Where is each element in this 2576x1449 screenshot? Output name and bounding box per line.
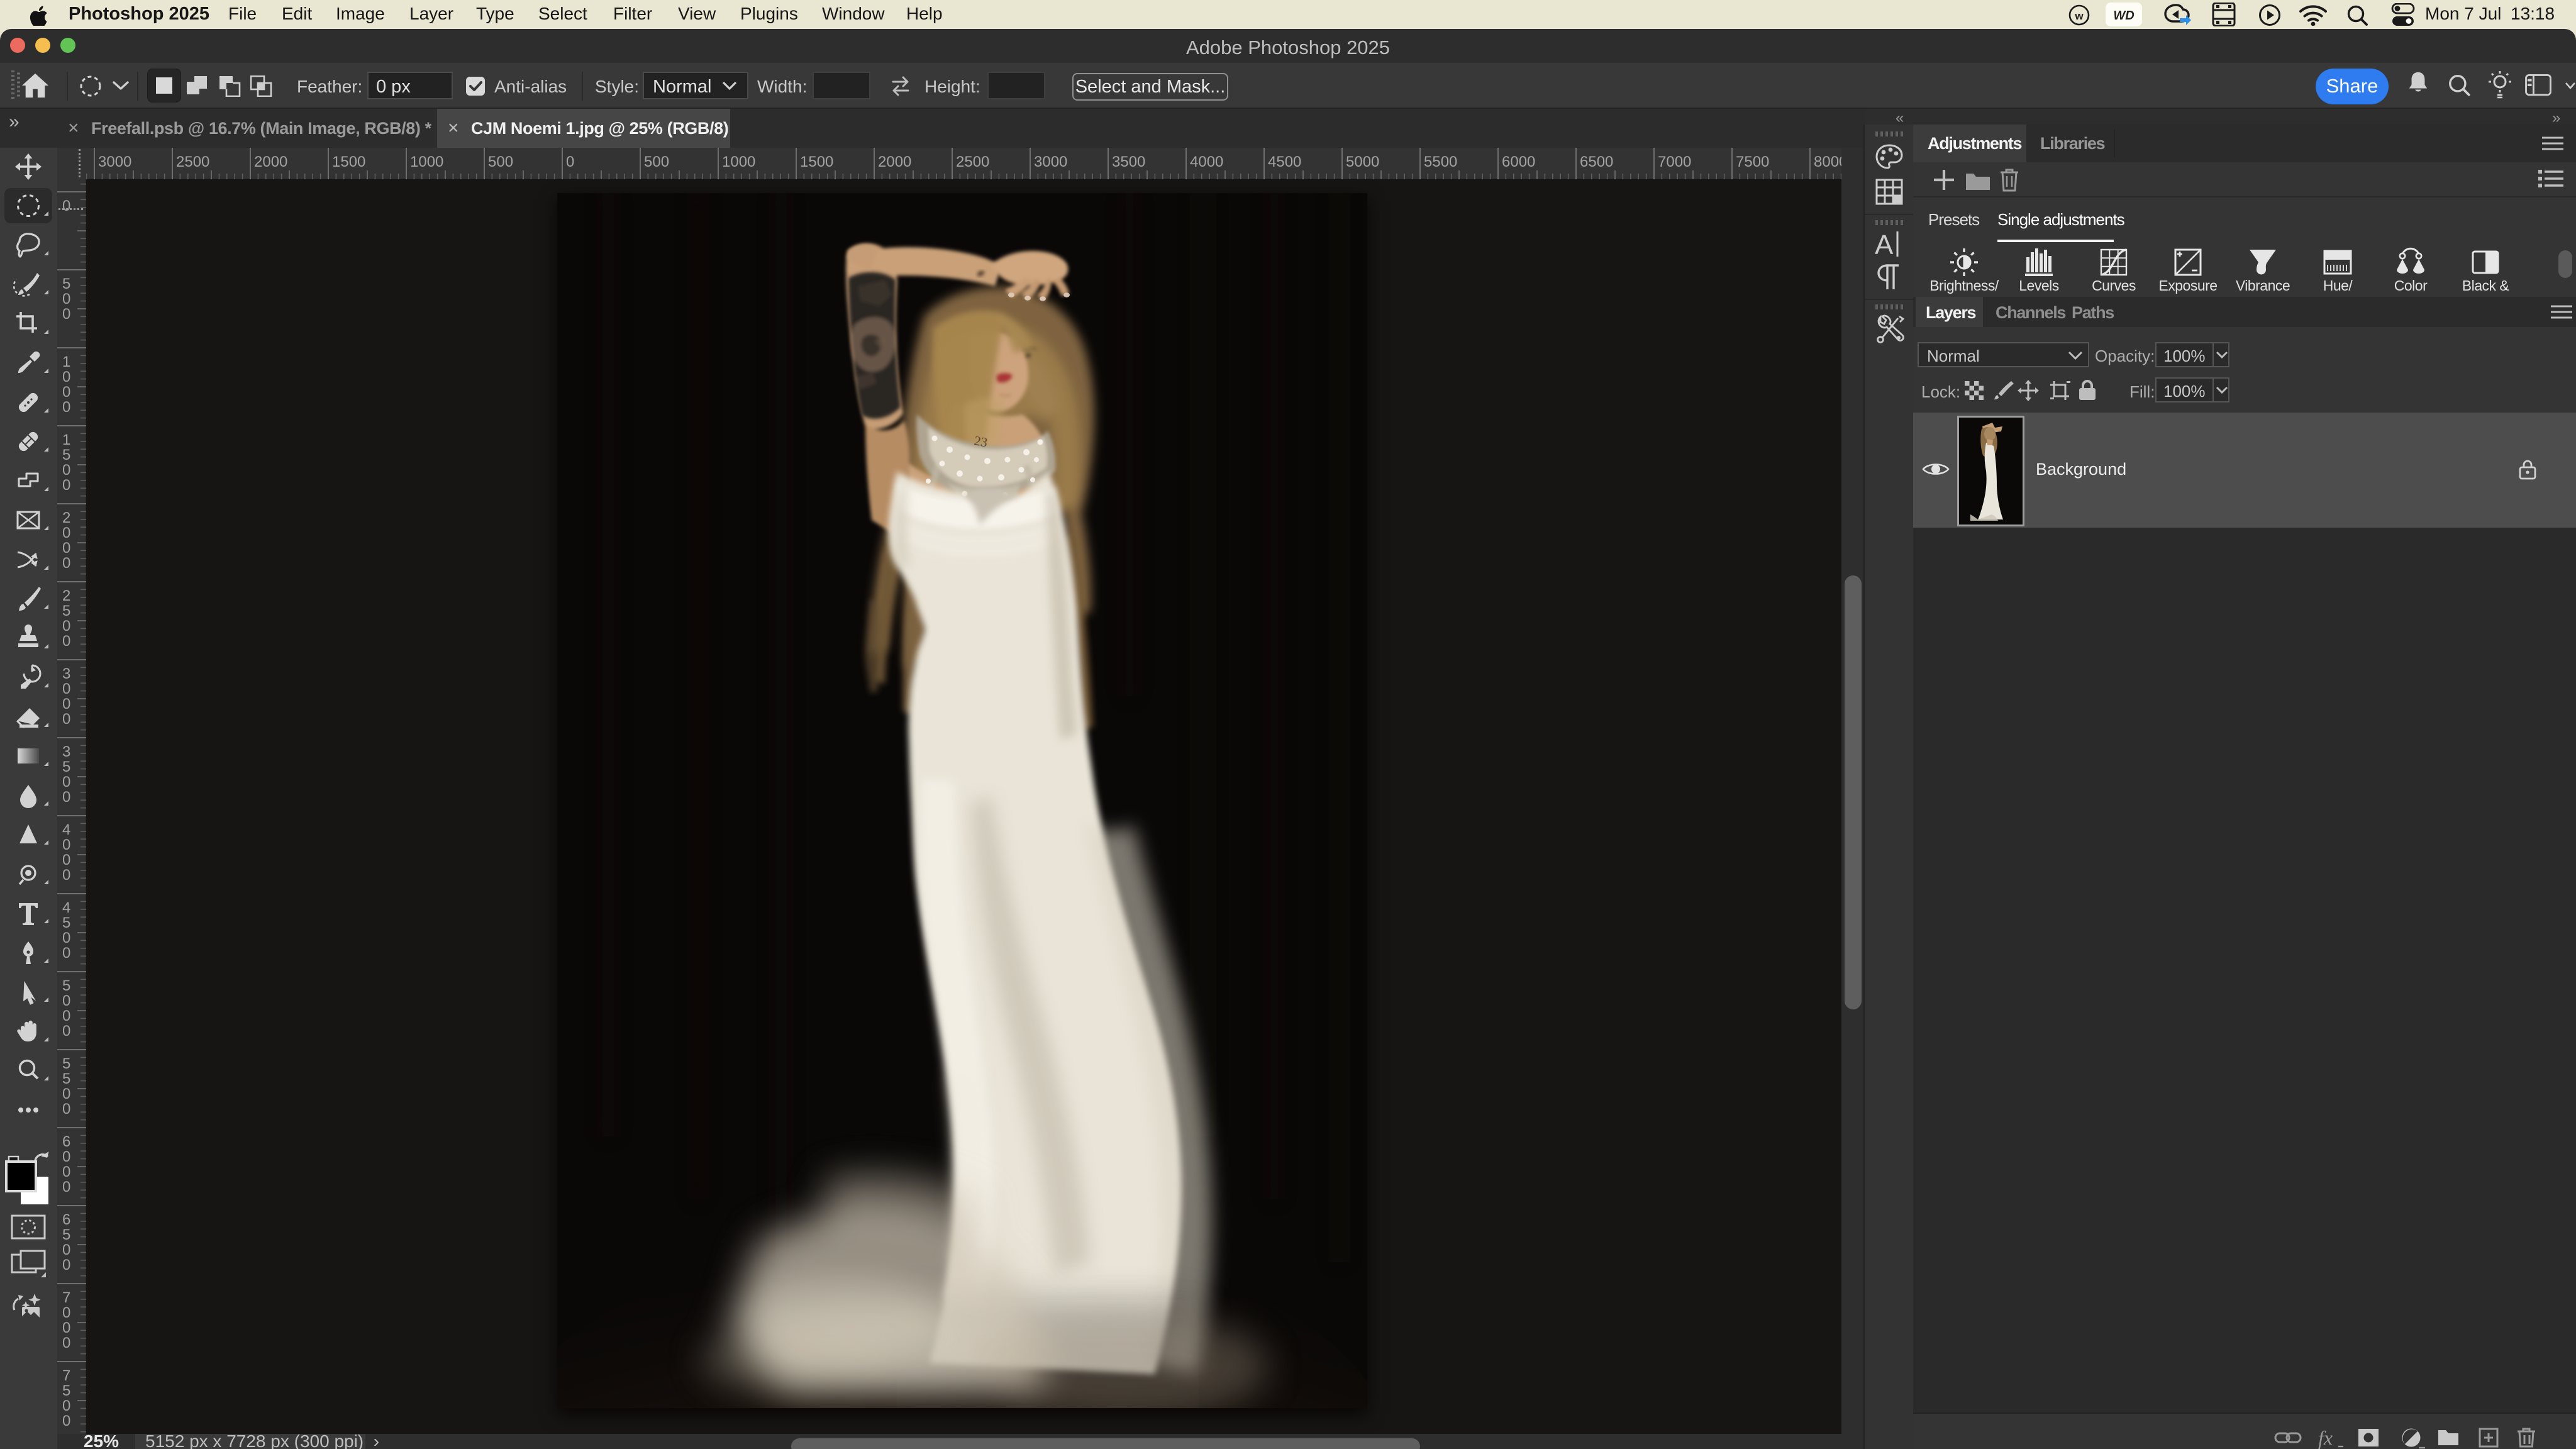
svg-text:2: 2 <box>62 509 70 526</box>
svg-text:0: 0 <box>62 384 70 401</box>
svg-text:0: 0 <box>62 1304 70 1321</box>
svg-text:0: 0 <box>62 540 70 557</box>
svg-text:0: 0 <box>62 774 70 791</box>
svg-text:2000: 2000 <box>878 153 911 170</box>
svg-text:0: 0 <box>62 399 70 416</box>
svg-text:23: 23 <box>973 433 989 450</box>
svg-text:5: 5 <box>62 1070 70 1087</box>
svg-text:5: 5 <box>62 447 70 464</box>
svg-text:0: 0 <box>62 462 70 479</box>
svg-text:0: 0 <box>62 291 70 308</box>
svg-text:0: 0 <box>62 1335 70 1352</box>
svg-text:8000: 8000 <box>1814 153 1841 170</box>
svg-text:0: 0 <box>62 1319 70 1336</box>
svg-text:500: 500 <box>488 153 513 170</box>
svg-text:Brightness/: Brightness/ <box>1929 277 1999 294</box>
svg-text:1: 1 <box>62 431 70 448</box>
svg-text:Exposure: Exposure <box>2158 277 2217 294</box>
svg-text:Curves: Curves <box>2092 277 2136 294</box>
svg-text:3500: 3500 <box>1112 153 1145 170</box>
svg-text:2: 2 <box>62 587 70 604</box>
svg-text:3000: 3000 <box>1034 153 1067 170</box>
svg-text:6500: 6500 <box>1580 153 1613 170</box>
svg-text:0: 0 <box>62 836 70 853</box>
svg-text:5: 5 <box>62 758 70 775</box>
svg-text:Hue/: Hue/ <box>2323 277 2353 294</box>
svg-text:WD: WD <box>2113 9 2134 23</box>
svg-text:1: 1 <box>62 353 70 370</box>
svg-text:5: 5 <box>62 977 70 994</box>
svg-text:5: 5 <box>62 602 70 619</box>
svg-text:500: 500 <box>644 153 669 170</box>
svg-text:Color: Color <box>2394 277 2428 294</box>
svg-text:7000: 7000 <box>1658 153 1691 170</box>
svg-text:0: 0 <box>62 711 70 728</box>
svg-text:4: 4 <box>62 821 70 838</box>
svg-text:2000: 2000 <box>254 153 287 170</box>
svg-text:7500: 7500 <box>1736 153 1769 170</box>
svg-text:6: 6 <box>62 1133 70 1150</box>
svg-text:0: 0 <box>62 1148 70 1165</box>
svg-text:0: 0 <box>62 477 70 494</box>
svg-text:fx: fx <box>2318 1426 2333 1449</box>
svg-text:0: 0 <box>62 1023 70 1040</box>
svg-text:0: 0 <box>62 852 70 869</box>
svg-text:5500: 5500 <box>1424 153 1457 170</box>
svg-text:w: w <box>2074 10 2084 22</box>
svg-text:0: 0 <box>566 153 574 170</box>
svg-text:0: 0 <box>62 1179 70 1196</box>
svg-text:0: 0 <box>62 369 70 386</box>
svg-text:7: 7 <box>62 1289 70 1306</box>
svg-text:0: 0 <box>62 1163 70 1180</box>
svg-text:A: A <box>1875 230 1894 259</box>
svg-text:3: 3 <box>62 743 70 760</box>
svg-text:4500: 4500 <box>1268 153 1301 170</box>
svg-text:0: 0 <box>62 618 70 635</box>
svg-text:1500: 1500 <box>332 153 365 170</box>
svg-text:5: 5 <box>62 1055 70 1072</box>
svg-text:5: 5 <box>62 275 70 292</box>
svg-text:4000: 4000 <box>1190 153 1223 170</box>
svg-text:Vibrance: Vibrance <box>2236 277 2290 294</box>
svg-text:0: 0 <box>62 1397 70 1414</box>
svg-text:0: 0 <box>62 696 70 713</box>
svg-text:0: 0 <box>62 1008 70 1024</box>
svg-text:Black &: Black & <box>2462 277 2509 294</box>
svg-text:3000: 3000 <box>98 153 131 170</box>
svg-text:0: 0 <box>62 789 70 806</box>
svg-text:0: 0 <box>62 1257 70 1274</box>
svg-text:1000: 1000 <box>722 153 755 170</box>
svg-text:0: 0 <box>62 1241 70 1258</box>
svg-text:0: 0 <box>62 1413 70 1430</box>
svg-text:0: 0 <box>62 930 70 947</box>
svg-text:4: 4 <box>62 899 70 916</box>
svg-text:5: 5 <box>62 1382 70 1399</box>
svg-text:0: 0 <box>62 197 70 214</box>
svg-text:Levels: Levels <box>2019 277 2058 294</box>
svg-text:2500: 2500 <box>956 153 989 170</box>
svg-text:0: 0 <box>62 306 70 323</box>
svg-text:6: 6 <box>62 1211 70 1228</box>
svg-text:0: 0 <box>62 555 70 572</box>
svg-text:1500: 1500 <box>800 153 833 170</box>
svg-text:5000: 5000 <box>1346 153 1379 170</box>
svg-text:7: 7 <box>62 1367 70 1384</box>
svg-text:2500: 2500 <box>176 153 209 170</box>
svg-text:0: 0 <box>62 633 70 650</box>
svg-text:0: 0 <box>62 1101 70 1118</box>
svg-text:0: 0 <box>62 945 70 962</box>
svg-text:0: 0 <box>62 525 70 541</box>
svg-text:1000: 1000 <box>410 153 443 170</box>
svg-text:0: 0 <box>62 1085 70 1102</box>
svg-text:6000: 6000 <box>1502 153 1535 170</box>
svg-text:3: 3 <box>62 665 70 682</box>
svg-text:0: 0 <box>62 992 70 1009</box>
svg-text:0: 0 <box>62 867 70 884</box>
svg-text:0: 0 <box>62 680 70 697</box>
svg-text:5: 5 <box>62 914 70 931</box>
svg-text:5: 5 <box>62 1226 70 1243</box>
